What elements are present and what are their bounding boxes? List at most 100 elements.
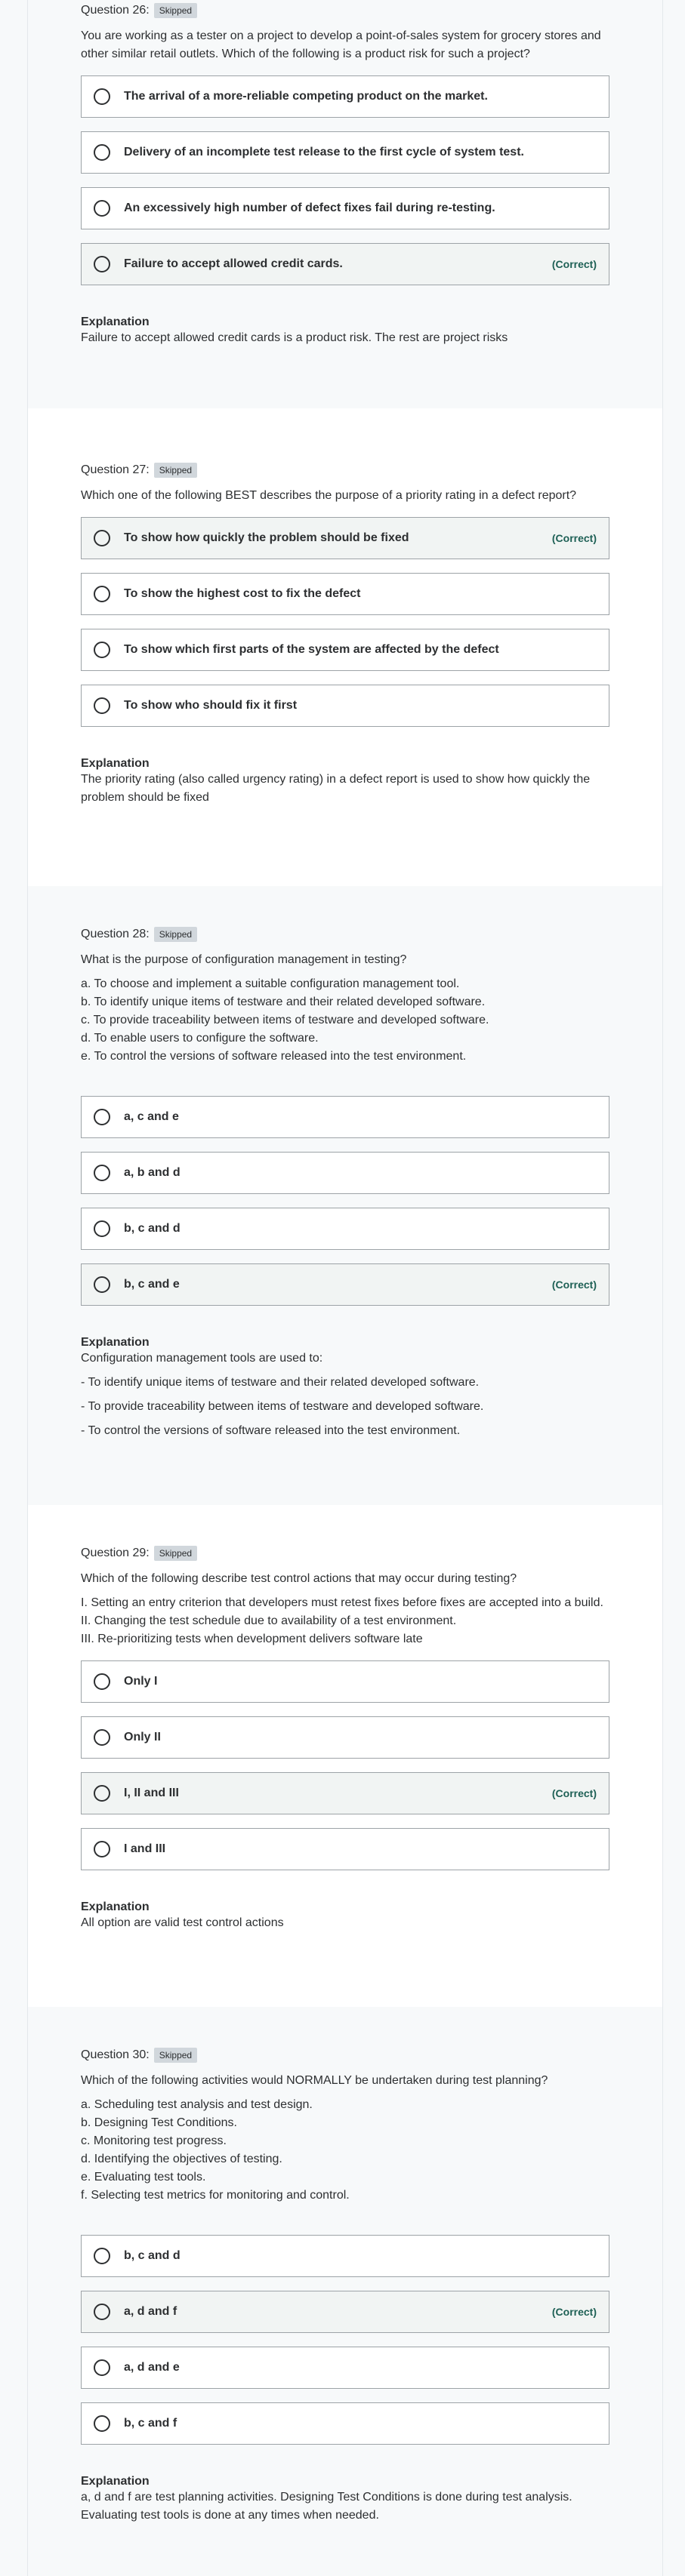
correct-tag: (Correct) <box>551 1787 597 1799</box>
question-header: Question 27: Skipped <box>81 463 662 478</box>
status-badge: Skipped <box>153 463 198 478</box>
left-rail <box>0 0 28 2576</box>
list-item: b. To identify unique items of testware … <box>81 996 486 1008</box>
status-badge: Skipped <box>153 927 198 942</box>
radio-icon[interactable] <box>94 642 110 658</box>
radio-icon[interactable] <box>94 1276 110 1293</box>
answer-option[interactable]: I and III <box>81 1828 609 1870</box>
list-item: e. Evaluating test tools. <box>81 2171 206 2184</box>
option-label: Failure to accept allowed credit cards. <box>124 257 343 270</box>
list-item: e. To control the versions of software r… <box>81 1050 467 1063</box>
answer-option[interactable]: Only II <box>81 1716 609 1759</box>
question-header: Question 28: Skipped <box>81 927 662 942</box>
question-number: Question 30: <box>81 2048 150 2061</box>
radio-icon[interactable] <box>94 1729 110 1746</box>
answer-option[interactable]: a, d and e <box>81 2347 609 2389</box>
list-item: a. Scheduling test analysis and test des… <box>81 2098 313 2111</box>
option-label: a, c and e <box>124 1110 179 1123</box>
correct-tag: (Correct) <box>551 2306 597 2318</box>
correct-tag: (Correct) <box>551 1279 597 1291</box>
option-label: a, d and f <box>124 2305 177 2318</box>
option-label: Only I <box>124 1675 158 1688</box>
radio-icon[interactable] <box>94 530 110 546</box>
explanation-text: All option are valid test control action… <box>81 1916 284 1929</box>
explanation-text: a, d and f are test planning activities.… <box>81 2491 572 2522</box>
radio-icon[interactable] <box>94 2415 110 2432</box>
answer-option[interactable]: To show who should fix it first <box>81 685 609 727</box>
answer-option[interactable]: a, b and d <box>81 1152 609 1194</box>
answer-option-correct[interactable]: b, c and e (Correct) <box>81 1263 609 1306</box>
status-badge: Skipped <box>153 1546 198 1561</box>
radio-icon[interactable] <box>94 1165 110 1181</box>
answer-option[interactable]: b, c and d <box>81 1208 609 1250</box>
question-list: I. Setting an entry criterion that devel… <box>81 1594 609 1648</box>
option-label: a, d and e <box>124 2361 180 2374</box>
question-header: Question 30: Skipped <box>81 2048 662 2063</box>
radio-icon[interactable] <box>94 256 110 272</box>
answer-option[interactable]: To show which first parts of the system … <box>81 629 609 671</box>
question-29: Question 29: Skipped Which of the follow… <box>28 1505 662 2007</box>
explanation-title: Explanation <box>81 1900 150 1913</box>
option-label: An excessively high number of defect fix… <box>124 202 495 214</box>
question-number: Question 29: <box>81 1547 150 1559</box>
question-header: Question 29: Skipped <box>81 1546 662 1561</box>
right-rail <box>662 0 685 2576</box>
answer-option-correct[interactable]: To show how quickly the problem should b… <box>81 517 609 559</box>
radio-icon[interactable] <box>94 1220 110 1237</box>
radio-icon[interactable] <box>94 2359 110 2376</box>
question-text: Which of the following activities would … <box>81 2074 548 2087</box>
radio-icon[interactable] <box>94 2248 110 2264</box>
explanation-text: Configuration management tools are used … <box>81 1352 323 1365</box>
answer-option[interactable]: An excessively high number of defect fix… <box>81 187 609 229</box>
radio-icon[interactable] <box>94 144 110 161</box>
radio-icon[interactable] <box>94 697 110 714</box>
list-item: f. Selecting test metrics for monitoring… <box>81 2189 350 2202</box>
radio-icon[interactable] <box>94 1841 110 1857</box>
answer-option[interactable]: To show the highest cost to fix the defe… <box>81 573 609 615</box>
question-30: Question 30: Skipped Which of the follow… <box>28 2007 662 2576</box>
answer-option[interactable]: Only I <box>81 1660 609 1703</box>
question-number: Question 26: <box>81 4 150 17</box>
option-label: I, II and III <box>124 1787 179 1799</box>
answer-option[interactable]: b, c and d <box>81 2235 609 2277</box>
answer-option-correct[interactable]: Failure to accept allowed credit cards. … <box>81 243 609 285</box>
list-item: d. To enable users to configure the soft… <box>81 1032 319 1045</box>
radio-icon[interactable] <box>94 1785 110 1802</box>
option-label: To show who should fix it first <box>124 699 298 712</box>
list-item: c. Monitoring test progress. <box>81 2134 227 2147</box>
answer-option-correct[interactable]: I, II and III (Correct) <box>81 1772 609 1814</box>
question-number: Question 27: <box>81 463 150 476</box>
answer-option[interactable]: b, c and f <box>81 2402 609 2445</box>
question-header: Question 26: Skipped <box>81 3 662 18</box>
answer-option[interactable]: The arrival of a more-reliable competing… <box>81 75 609 118</box>
question-list: a. Scheduling test analysis and test des… <box>81 2096 662 2205</box>
radio-icon[interactable] <box>94 586 110 602</box>
radio-icon[interactable] <box>94 1673 110 1690</box>
list-item: a. To choose and implement a suitable co… <box>81 977 460 990</box>
option-label: b, c and f <box>124 2417 177 2430</box>
radio-icon[interactable] <box>94 2304 110 2320</box>
list-item: I. Setting an entry criterion that devel… <box>81 1596 603 1609</box>
explanation-title: Explanation <box>81 315 150 328</box>
option-label: To show which first parts of the system … <box>124 643 499 656</box>
answer-option[interactable]: Delivery of an incomplete test release t… <box>81 131 609 174</box>
question-number: Question 28: <box>81 928 150 940</box>
answer-option[interactable]: a, c and e <box>81 1096 609 1138</box>
list-item: III. Re-prioritizing tests when developm… <box>81 1633 423 1645</box>
question-text: You are working as a tester on a project… <box>81 29 601 60</box>
quiz-review-page: Question 26: Skipped You are working as … <box>0 0 685 2576</box>
option-label: Only II <box>124 1731 161 1743</box>
radio-icon[interactable] <box>94 88 110 105</box>
list-item: II. Changing the test schedule due to av… <box>81 1614 457 1627</box>
explanation-text: Failure to accept allowed credit cards i… <box>81 331 508 344</box>
list-item: d. Identifying the objectives of testing… <box>81 2153 282 2165</box>
option-label: The arrival of a more-reliable competing… <box>124 90 488 103</box>
list-item: b. Designing Test Conditions. <box>81 2116 237 2129</box>
question-text: Which one of the following BEST describe… <box>81 489 577 502</box>
radio-icon[interactable] <box>94 1109 110 1125</box>
radio-icon[interactable] <box>94 200 110 217</box>
option-label: I and III <box>124 1842 166 1855</box>
option-label: b, c and e <box>124 1278 180 1291</box>
answer-option-correct[interactable]: a, d and f (Correct) <box>81 2291 609 2333</box>
option-label: Delivery of an incomplete test release t… <box>124 146 524 158</box>
